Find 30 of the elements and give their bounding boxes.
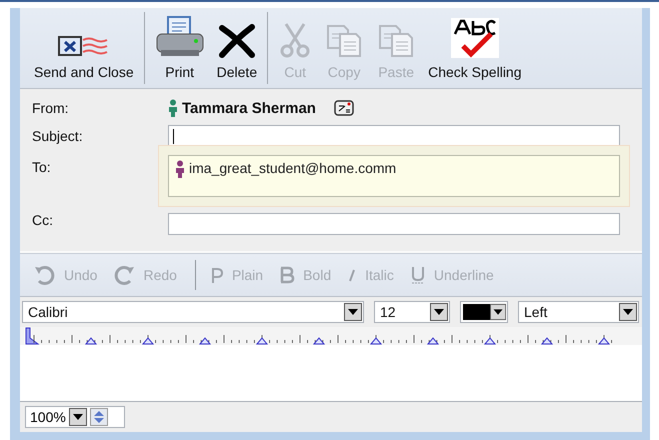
redo-icon [113,264,136,286]
envelope-icon [58,34,110,58]
cc-label: Cc: [32,212,54,228]
toolbar-button[interactable]: Print [148,8,211,88]
bold-icon [279,266,296,284]
cc-field[interactable] [168,213,620,235]
sender-name: Tammara Sherman [168,99,316,117]
spell-check-icon [450,18,499,58]
toolbar-button[interactable]: Send and Close [28,8,140,88]
to-label: To: [32,159,52,175]
person-icon [168,99,178,117]
scissors-icon [278,22,312,58]
zoom-field[interactable]: 100% [25,406,125,428]
toolbar-button[interactable]: Delete [210,8,264,88]
contact-card-icon[interactable] [334,100,354,116]
from-label: From: [32,100,70,116]
color-dropdown[interactable] [460,301,508,323]
alignment-dropdown[interactable]: Left [518,301,639,323]
close-icon [218,24,256,58]
subject-field[interactable] [168,125,620,147]
printer-icon [154,16,205,58]
spinner-icon[interactable] [90,408,108,426]
font-dropdown[interactable]: Calibri [22,301,364,323]
undo-icon [34,264,56,286]
plain-text-icon [210,266,224,284]
underline-icon [410,265,426,285]
subject-label: Subject: [32,128,84,144]
person-icon [175,160,185,178]
font-size-dropdown[interactable]: 12 [374,301,450,323]
toolbar-button[interactable]: Check Spelling [422,8,528,88]
